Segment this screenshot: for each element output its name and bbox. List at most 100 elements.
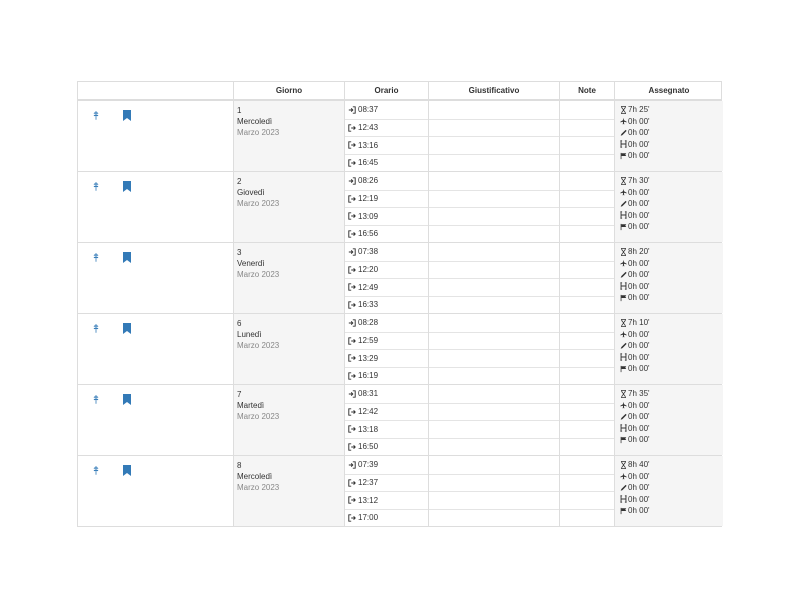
hourglass-icon bbox=[619, 460, 627, 469]
punch-time: 07:39 bbox=[358, 460, 379, 470]
giustificativo-cell[interactable] bbox=[428, 385, 559, 455]
day-number: 8 bbox=[237, 461, 242, 470]
note-cell[interactable] bbox=[559, 314, 614, 384]
row-actions bbox=[78, 243, 233, 313]
punch-out[interactable]: 12:42 bbox=[345, 402, 428, 421]
punch-in[interactable]: 08:37 bbox=[345, 101, 428, 119]
bookmark-icon[interactable] bbox=[123, 252, 131, 263]
hotel-icon bbox=[619, 140, 627, 148]
punch-time: 12:49 bbox=[358, 282, 379, 292]
header-giorno[interactable]: Giorno bbox=[233, 82, 344, 99]
note-cell[interactable] bbox=[559, 456, 614, 526]
assigned-value: 0h 00' bbox=[628, 139, 650, 149]
note-cell[interactable] bbox=[559, 172, 614, 242]
day-name: Martedì bbox=[237, 401, 265, 410]
table-row: 3 Venerdì Marzo 2023 07:38 12:20 12:49 16:3… bbox=[77, 243, 723, 314]
assigned-value: 0h 00' bbox=[628, 293, 650, 302]
punch-time: 12:42 bbox=[358, 407, 379, 417]
punch-in[interactable]: 07:39 bbox=[345, 456, 428, 474]
punch-out[interactable]: 12:19 bbox=[345, 189, 428, 208]
header-note[interactable]: Note bbox=[559, 82, 614, 99]
assegnato-cell: 7h 25' 0h 00' 0h 00' 0h 00' 0h 00' bbox=[614, 101, 723, 171]
wheat-icon[interactable] bbox=[92, 181, 100, 191]
day-month: Marzo 2023 bbox=[237, 128, 280, 137]
wheat-icon[interactable] bbox=[92, 110, 100, 120]
note-cell[interactable] bbox=[559, 243, 614, 313]
assigned-value: 7h 25' bbox=[628, 105, 650, 114]
bookmark-icon[interactable] bbox=[123, 465, 131, 476]
giustificativo-cell[interactable] bbox=[428, 243, 559, 313]
giustificativo-cell[interactable] bbox=[428, 101, 559, 171]
note-cell[interactable] bbox=[559, 385, 614, 455]
punch-time: 17:00 bbox=[358, 513, 379, 523]
assigned-value: 0h 00' bbox=[628, 116, 650, 126]
assigned-line: 0h 00' bbox=[619, 423, 719, 435]
hourglass-icon bbox=[619, 247, 627, 256]
assigned-value: 8h 40' bbox=[628, 460, 650, 469]
punch-time: 12:19 bbox=[358, 194, 379, 204]
sign-out-icon bbox=[348, 372, 356, 380]
punch-out[interactable]: 13:18 bbox=[345, 420, 428, 438]
sign-out-icon bbox=[348, 159, 356, 167]
punch-out[interactable]: 16:56 bbox=[345, 224, 428, 243]
assigned-line: 8h 40' bbox=[619, 459, 719, 471]
assigned-line: 0h 00' bbox=[619, 127, 719, 139]
punch-out[interactable]: 12:43 bbox=[345, 118, 428, 137]
header-giustificativo[interactable]: Giustificativo bbox=[428, 82, 559, 99]
assigned-line: 0h 00' bbox=[619, 198, 719, 210]
punch-time: 13:16 bbox=[358, 140, 379, 150]
punch-in[interactable]: 07:38 bbox=[345, 243, 428, 261]
punch-out[interactable]: 16:33 bbox=[345, 295, 428, 314]
header-orario[interactable]: Orario bbox=[344, 82, 428, 99]
flag-icon bbox=[619, 294, 627, 302]
orario-cell: 07:38 12:20 12:49 16:33 bbox=[344, 243, 428, 313]
assigned-value: 0h 00' bbox=[628, 506, 650, 515]
punch-out[interactable]: 13:16 bbox=[345, 136, 428, 154]
assigned-value: 0h 00' bbox=[628, 187, 650, 197]
assigned-line: 7h 25' bbox=[619, 104, 719, 116]
punch-out[interactable]: 12:37 bbox=[345, 473, 428, 492]
sign-in-icon bbox=[348, 177, 356, 185]
giustificativo-cell[interactable] bbox=[428, 314, 559, 384]
punch-out[interactable]: 13:12 bbox=[345, 491, 428, 509]
wheat-icon[interactable] bbox=[92, 394, 100, 404]
punch-out[interactable]: 16:19 bbox=[345, 366, 428, 385]
punch-out[interactable]: 16:45 bbox=[345, 153, 428, 172]
bookmark-icon[interactable] bbox=[123, 323, 131, 334]
orario-cell: 07:39 12:37 13:12 17:00 bbox=[344, 456, 428, 526]
bookmark-icon[interactable] bbox=[123, 394, 131, 405]
plane-icon bbox=[619, 330, 627, 338]
punch-out[interactable]: 12:59 bbox=[345, 331, 428, 350]
punch-out[interactable]: 17:00 bbox=[345, 508, 428, 527]
punch-in[interactable]: 08:31 bbox=[345, 385, 428, 403]
punch-out[interactable]: 13:09 bbox=[345, 207, 428, 225]
assigned-value: 0h 00' bbox=[628, 400, 650, 410]
sign-out-icon bbox=[348, 124, 356, 132]
wheat-icon[interactable] bbox=[92, 323, 100, 333]
sign-out-icon bbox=[348, 230, 356, 238]
row-actions bbox=[78, 314, 233, 384]
punch-in[interactable]: 08:28 bbox=[345, 314, 428, 332]
bookmark-icon[interactable] bbox=[123, 110, 131, 121]
punch-out[interactable]: 16:50 bbox=[345, 437, 428, 456]
note-cell[interactable] bbox=[559, 101, 614, 171]
sign-out-icon bbox=[348, 408, 356, 416]
punch-out[interactable]: 12:49 bbox=[345, 278, 428, 296]
hourglass-icon bbox=[619, 105, 627, 114]
assigned-value: 7h 35' bbox=[628, 389, 650, 398]
header-assegnato[interactable]: Assegnato bbox=[614, 82, 723, 99]
assegnato-cell: 7h 30' 0h 00' 0h 00' 0h 00' 0h 00' bbox=[614, 172, 723, 242]
bookmark-icon[interactable] bbox=[123, 181, 131, 192]
wheat-icon[interactable] bbox=[92, 252, 100, 262]
assigned-line: 0h 00' bbox=[619, 292, 719, 304]
giustificativo-cell[interactable] bbox=[428, 456, 559, 526]
pencil-icon bbox=[619, 271, 627, 279]
wheat-icon[interactable] bbox=[92, 465, 100, 475]
punch-in[interactable]: 08:26 bbox=[345, 172, 428, 190]
punch-out[interactable]: 12:20 bbox=[345, 260, 428, 279]
orario-cell: 08:31 12:42 13:18 16:50 bbox=[344, 385, 428, 455]
row-actions bbox=[78, 172, 233, 242]
punch-time: 08:28 bbox=[358, 318, 379, 328]
punch-out[interactable]: 13:29 bbox=[345, 349, 428, 367]
giustificativo-cell[interactable] bbox=[428, 172, 559, 242]
